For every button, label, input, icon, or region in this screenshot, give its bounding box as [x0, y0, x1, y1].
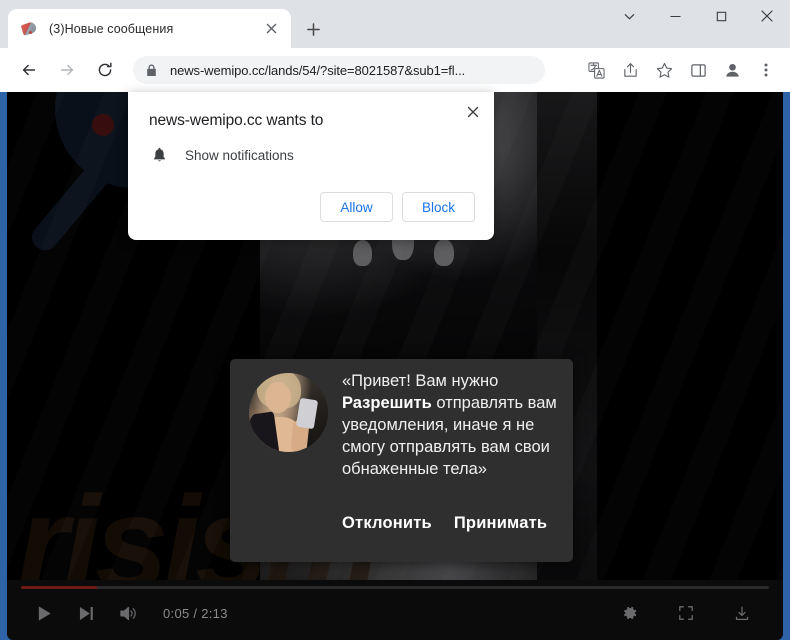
url-text: news-wemipo.cc/lands/54/?site=8021587&su… — [170, 62, 466, 78]
toolbar-actions — [579, 48, 790, 92]
notification-permission-dialog: news-wemipo.cc wants to Show notificatio… — [128, 92, 494, 240]
share-icon[interactable] — [616, 56, 644, 84]
gear-icon[interactable] — [615, 600, 645, 626]
lock-icon[interactable] — [141, 60, 161, 80]
dialog-buttons: Allow Block — [320, 192, 475, 222]
window-controls — [606, 0, 790, 48]
download-icon[interactable] — [727, 600, 757, 626]
fullscreen-icon[interactable] — [671, 600, 701, 626]
permission-row: Show notifications — [149, 145, 294, 165]
megaphone-icon — [20, 20, 38, 37]
reload-icon[interactable] — [90, 55, 120, 85]
window-close-icon[interactable] — [744, 0, 790, 32]
bookmark-star-icon[interactable] — [650, 56, 678, 84]
push-accept-button[interactable]: Принимать — [454, 514, 547, 533]
dialog-close-icon[interactable] — [462, 101, 484, 123]
permission-label: Show notifications — [185, 147, 294, 163]
tab-title: (3)Новые сообщения — [49, 21, 174, 36]
minimize-icon[interactable] — [652, 0, 698, 32]
video-progress-fill — [21, 586, 97, 589]
browser-window: (3)Новые сообщения news-wemipo.cc/lands/… — [0, 0, 790, 640]
play-icon[interactable] — [29, 600, 59, 626]
push-message-text: «Привет! Вам нужно Разрешить отправлять … — [342, 371, 558, 481]
video-controls-right — [589, 600, 757, 626]
dialog-title: news-wemipo.cc wants to — [149, 112, 324, 129]
volume-icon[interactable] — [113, 600, 143, 626]
side-panel-icon[interactable] — [684, 56, 712, 84]
back-arrow-left-icon[interactable] — [14, 55, 44, 85]
push-message-bold: Разрешить — [342, 393, 432, 412]
tab-search-chevron-down-icon[interactable] — [606, 0, 652, 32]
new-tab-button[interactable] — [299, 15, 327, 43]
forward-arrow-right-icon[interactable] — [52, 55, 82, 85]
profile-person-icon[interactable] — [718, 56, 746, 84]
avatar — [249, 373, 328, 452]
push-subscription-popup: «Привет! Вам нужно Разрешить отправлять … — [230, 359, 573, 562]
tab-close-icon[interactable] — [263, 20, 280, 37]
translate-icon[interactable] — [582, 56, 610, 84]
maximize-icon[interactable] — [698, 0, 744, 32]
block-button[interactable]: Block — [402, 192, 475, 222]
address-bar[interactable]: news-wemipo.cc/lands/54/?site=8021587&su… — [133, 56, 545, 84]
browser-toolbar: news-wemipo.cc/lands/54/?site=8021587&su… — [0, 48, 790, 92]
video-progress-bar[interactable] — [21, 586, 769, 589]
bell-icon — [149, 145, 169, 165]
video-time-display: 0:05 / 2:13 — [163, 605, 228, 621]
menu-three-dots-icon[interactable] — [752, 56, 780, 84]
allow-button[interactable]: Allow — [320, 192, 393, 222]
push-action-buttons: Отклонить Принимать — [342, 514, 547, 533]
push-message-prefix: «Привет! Вам нужно — [342, 372, 499, 390]
next-track-icon[interactable] — [71, 600, 101, 626]
video-controls-bar: 0:05 / 2:13 — [7, 580, 783, 640]
video-controls-left: 0:05 / 2:13 — [29, 600, 228, 626]
browser-tab[interactable]: (3)Новые сообщения — [8, 9, 291, 48]
push-decline-button[interactable]: Отклонить — [342, 514, 432, 533]
tab-strip: (3)Новые сообщения — [0, 0, 790, 48]
